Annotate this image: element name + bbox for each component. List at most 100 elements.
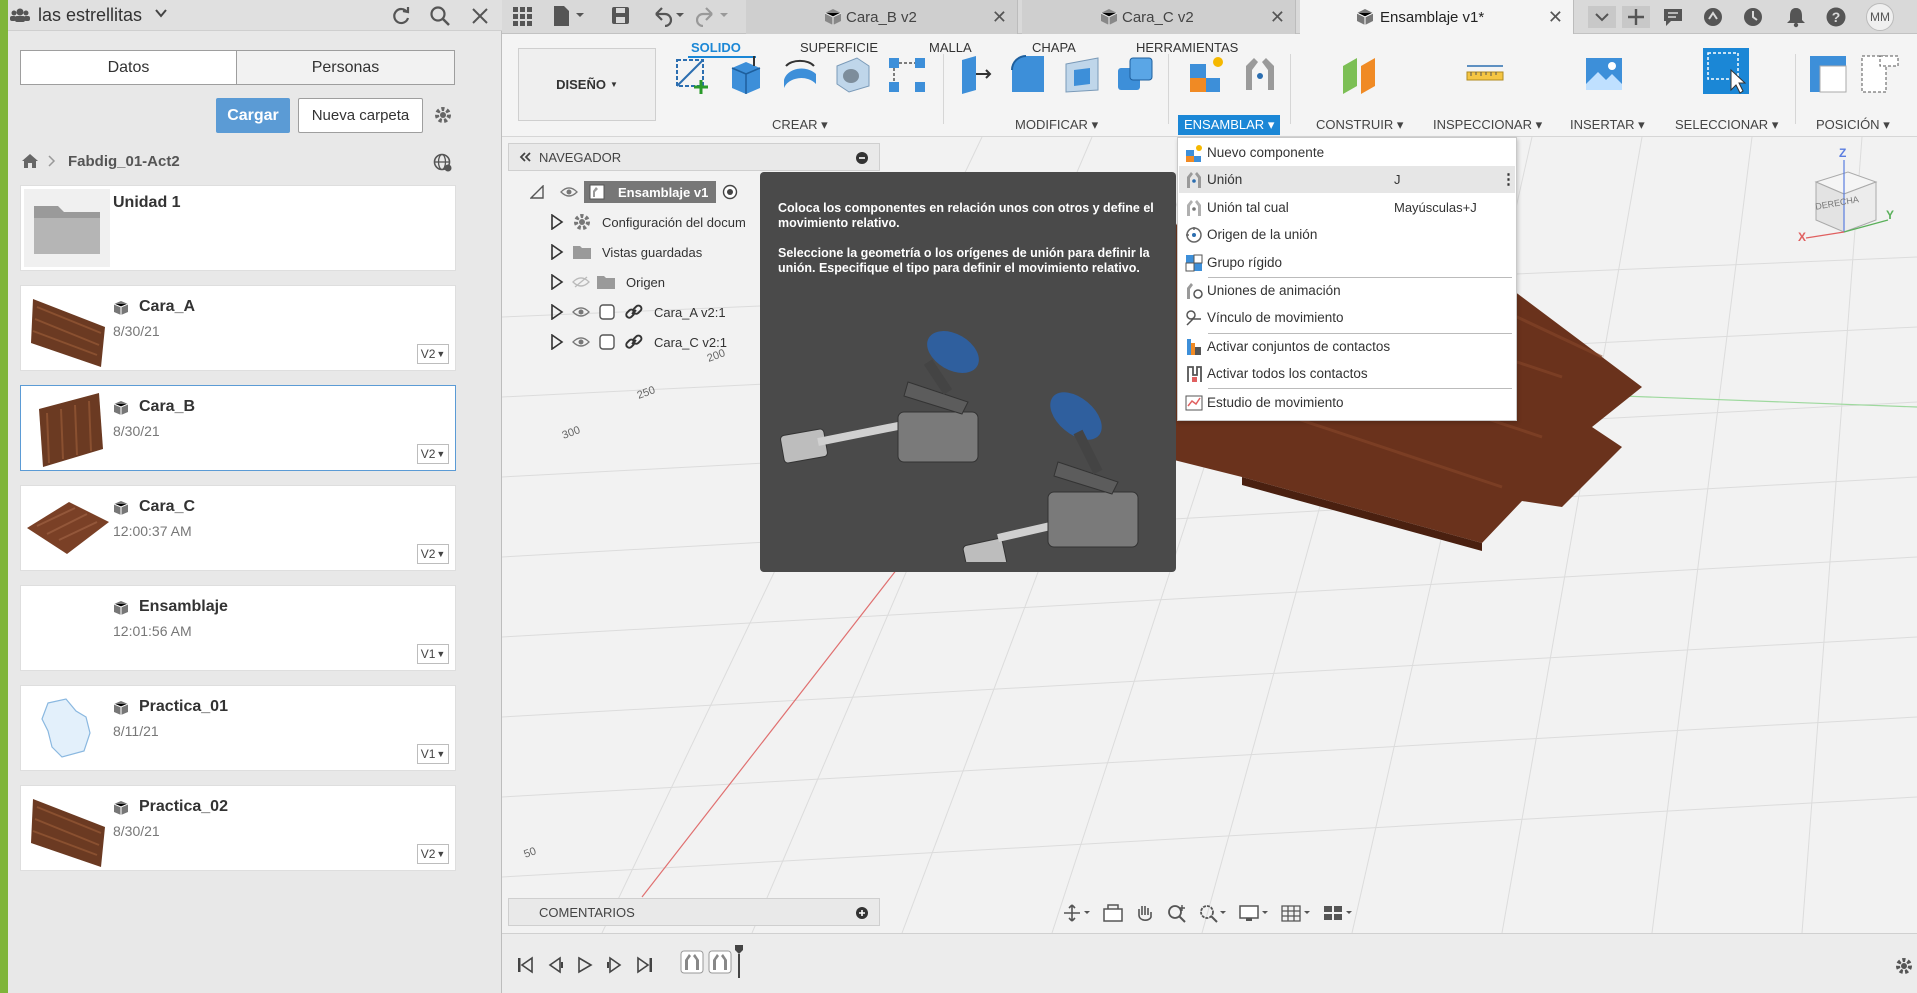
group-ensamblar[interactable]: ENSAMBLAR ▾	[1178, 115, 1281, 135]
look-at-icon[interactable]	[1102, 903, 1124, 923]
menu-item-enable-all-contact[interactable]: Activar todos los contactos	[1179, 360, 1515, 387]
go-to-start-icon[interactable]	[516, 956, 534, 974]
new-folder-button[interactable]: Nueva carpeta	[298, 98, 423, 133]
upload-button[interactable]: Cargar	[216, 98, 290, 133]
expand-arrow-icon[interactable]	[550, 274, 564, 290]
timeline-marker-icon[interactable]	[734, 944, 744, 978]
undo-icon[interactable]	[652, 5, 686, 27]
extensions-icon[interactable]	[1702, 6, 1724, 28]
joint-icon[interactable]	[1240, 54, 1280, 94]
file-icon[interactable]	[552, 5, 586, 27]
expand-arrow-icon[interactable]	[550, 334, 564, 350]
list-item-folder[interactable]: Unidad 1	[20, 185, 456, 271]
job-status-icon[interactable]	[1742, 6, 1764, 28]
activate-radio-icon[interactable]	[722, 184, 738, 200]
measure-icon[interactable]	[1465, 54, 1505, 94]
tab-herramientas[interactable]: HERRAMIENTAS	[1136, 40, 1238, 55]
root-component[interactable]: Ensamblaje v1	[584, 181, 717, 203]
visibility-eye-icon[interactable]	[572, 306, 590, 318]
zoom-icon[interactable]	[1166, 903, 1188, 923]
chevron-down-icon[interactable]	[154, 6, 168, 20]
group-posicion[interactable]: POSICIÓN ▾	[1816, 117, 1890, 133]
breadcrumb[interactable]: Fabdig_01-Act2	[68, 153, 180, 170]
help-icon[interactable]: ?	[1825, 6, 1847, 28]
new-tab-icon[interactable]	[1622, 6, 1650, 28]
browser-row[interactable]: Cara_A v2:1	[530, 298, 726, 326]
minus-circle-icon[interactable]	[855, 151, 869, 165]
menu-item-motion-link[interactable]: Vínculo de movimiento	[1179, 304, 1515, 331]
list-item[interactable]: Ensamblaje 12:01:56 AM V1 ▼	[20, 585, 456, 671]
press-pull-icon[interactable]	[954, 54, 994, 94]
visibility-eye-icon[interactable]	[572, 336, 590, 348]
pattern-icon[interactable]	[887, 54, 927, 94]
list-item[interactable]: Cara_C 12:00:37 AM V2 ▼	[20, 485, 456, 571]
extrude-icon[interactable]	[726, 54, 766, 94]
visibility-eye-icon[interactable]	[560, 186, 578, 198]
timeline-feature-joint-icon[interactable]	[680, 950, 704, 974]
tab-document[interactable]: Cara_C v2 ✕	[1022, 0, 1296, 34]
grid-menu-icon[interactable]	[512, 6, 534, 28]
list-item[interactable]: Practica_02 8/30/21 V2 ▼	[20, 785, 456, 871]
group-insertar[interactable]: INSERTAR ▾	[1570, 117, 1645, 133]
shell-icon[interactable]	[1062, 54, 1102, 94]
step-forward-icon[interactable]	[606, 956, 624, 974]
list-item-selected[interactable]: Cara_B 8/30/21 V2 ▼	[20, 385, 456, 471]
menu-item-joint-origin[interactable]: Origen de la unión	[1179, 221, 1515, 248]
list-item[interactable]: Cara_A 8/30/21 V2 ▼	[20, 285, 456, 371]
tab-overflow-icon[interactable]	[1588, 6, 1616, 28]
redo-icon[interactable]	[696, 5, 730, 27]
list-item[interactable]: Practica_01 8/11/21 V1 ▼	[20, 685, 456, 771]
combine-icon[interactable]	[1116, 54, 1156, 94]
display-settings-icon[interactable]	[1238, 903, 1270, 923]
browser-row[interactable]: Origen	[530, 268, 665, 296]
version-dropdown[interactable]: V2 ▼	[417, 844, 449, 864]
insert-image-icon[interactable]	[1584, 54, 1624, 94]
timeline-feature-joint-icon[interactable]	[708, 950, 732, 974]
group-modificar[interactable]: MODIFICAR ▾	[1015, 117, 1098, 133]
expand-arrow-icon[interactable]	[550, 244, 564, 260]
tab-document-active[interactable]: Ensamblaje v1* ✕	[1300, 0, 1574, 34]
version-dropdown[interactable]: V2 ▼	[417, 344, 449, 364]
tab-solido[interactable]: SOLIDO	[691, 40, 741, 55]
select-icon[interactable]	[1703, 48, 1749, 94]
close-tab-icon[interactable]: ✕	[1548, 7, 1563, 28]
plus-circle-icon[interactable]	[855, 906, 869, 920]
tab-superficie[interactable]: SUPERFICIE	[800, 40, 878, 55]
version-dropdown[interactable]: V2 ▼	[417, 544, 449, 564]
workspace-switcher[interactable]: DISEÑO ▼	[518, 48, 656, 121]
tab-datos[interactable]: Datos	[20, 50, 237, 85]
new-component-icon[interactable]	[1186, 54, 1226, 94]
more-options-icon[interactable]: ⋮	[1501, 170, 1516, 188]
tab-personas[interactable]: Personas	[236, 50, 455, 85]
revolve-icon[interactable]	[780, 54, 820, 94]
version-dropdown[interactable]: V1 ▼	[417, 644, 449, 664]
orbit-icon[interactable]	[1062, 903, 1092, 923]
comments-panel-header[interactable]: COMENTARIOS	[508, 898, 880, 926]
collapse-panel-icon[interactable]	[517, 149, 533, 165]
menu-item-rigid-group[interactable]: Grupo rígido	[1179, 249, 1515, 276]
go-to-end-icon[interactable]	[636, 956, 654, 974]
group-seleccionar[interactable]: SELECCIONAR ▾	[1675, 117, 1778, 133]
search-icon[interactable]	[429, 5, 451, 27]
browser-row[interactable]: Cara_C v2:1	[530, 328, 727, 356]
browser-root-row[interactable]: Ensamblaje v1	[530, 178, 738, 206]
save-icon[interactable]	[610, 5, 632, 27]
group-crear[interactable]: CREAR ▾	[772, 117, 828, 133]
close-tab-icon[interactable]: ✕	[992, 7, 1007, 28]
revert-position-icon[interactable]	[1860, 54, 1900, 94]
group-inspeccionar[interactable]: INSPECCIONAR ▾	[1433, 117, 1542, 133]
fit-icon[interactable]	[1198, 903, 1228, 923]
menu-item-joint[interactable]: Unión J ⋮	[1179, 166, 1516, 193]
home-icon[interactable]	[21, 153, 39, 169]
fillet-icon[interactable]	[1008, 54, 1048, 94]
version-dropdown[interactable]: V2 ▼	[417, 444, 449, 464]
pan-icon[interactable]	[1134, 903, 1156, 923]
refresh-icon[interactable]	[390, 5, 412, 27]
menu-item-new-component[interactable]: Nuevo componente	[1179, 139, 1515, 166]
tab-chapa[interactable]: CHAPA	[1032, 40, 1076, 55]
browser-row[interactable]: Configuración del docum	[530, 208, 746, 236]
avatar[interactable]: MM	[1866, 3, 1894, 31]
expand-triangle-icon[interactable]	[530, 185, 544, 199]
create-sketch-icon[interactable]	[673, 54, 713, 94]
offset-plane-icon[interactable]	[1339, 54, 1379, 94]
